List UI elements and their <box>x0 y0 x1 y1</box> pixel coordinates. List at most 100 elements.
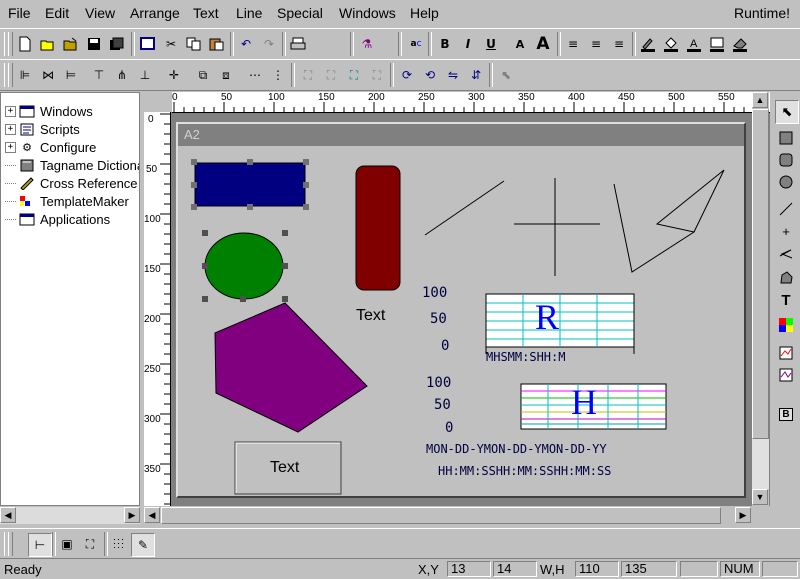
line-icon[interactable] <box>775 198 797 220</box>
window-color-icon[interactable] <box>706 33 728 55</box>
tree-item-windows[interactable]: + Windows <box>5 102 93 120</box>
realtime-trend-icon[interactable] <box>775 342 797 364</box>
make-symbol-icon[interactable]: ⛶ <box>343 64 365 86</box>
menu-help[interactable]: Help <box>410 5 439 21</box>
menu-view[interactable]: View <box>85 5 115 21</box>
horizontal-scroll-thumb[interactable] <box>161 507 721 524</box>
reshape-icon[interactable]: ⬉ <box>495 64 517 86</box>
full-screen-icon[interactable]: ⛶ <box>79 533 101 555</box>
undo-icon[interactable]: ↶ <box>235 33 257 55</box>
italic-icon[interactable]: I <box>457 33 479 55</box>
tree-item-templatemaker[interactable]: TemplateMaker <box>5 192 129 210</box>
tree-item-cross-reference[interactable]: Cross Reference <box>5 174 138 192</box>
align-right-edges-icon[interactable]: ⊨ <box>60 64 82 86</box>
green-ellipse[interactable] <box>204 232 284 300</box>
scroll-up-icon[interactable]: ▲ <box>752 92 768 108</box>
open-icon[interactable] <box>37 33 59 55</box>
align-bottoms-icon[interactable]: ⊥ <box>134 64 156 86</box>
scroll-left-icon[interactable]: ◀ <box>144 507 160 523</box>
polyline-shape[interactable] <box>613 169 725 273</box>
font-larger-icon[interactable]: A <box>532 33 554 55</box>
expand-icon[interactable]: + <box>5 123 16 135</box>
text-color-icon[interactable]: A <box>683 33 705 55</box>
align-right-icon[interactable]: ≡ <box>608 33 630 55</box>
break-cell-icon[interactable]: ⛶ <box>320 64 342 86</box>
fill-color-icon[interactable] <box>660 33 682 55</box>
rectangle-icon[interactable] <box>775 127 797 149</box>
scroll-right-icon[interactable]: ▶ <box>735 507 751 523</box>
vertical-scroll-thumb[interactable] <box>752 109 769 439</box>
canvas-horizontal-scrollbar[interactable]: ◀ ▶ <box>144 507 752 524</box>
ellipse-icon[interactable] <box>775 171 797 193</box>
button-tool-icon[interactable]: B <box>775 403 797 425</box>
flip-horizontal-icon[interactable]: ⇋ <box>442 64 464 86</box>
toolbar-grip[interactable] <box>8 532 13 556</box>
copy-icon[interactable] <box>183 33 205 55</box>
bitmap-icon[interactable] <box>775 314 797 336</box>
menu-special[interactable]: Special <box>277 5 323 21</box>
save-all-icon[interactable] <box>106 33 128 55</box>
eraser-icon[interactable] <box>729 33 751 55</box>
polyline-icon[interactable] <box>775 242 797 264</box>
paste-icon[interactable] <box>206 33 228 55</box>
flip-vertical-icon[interactable]: ⇵ <box>465 64 487 86</box>
diagonal-line[interactable] <box>424 180 505 236</box>
redo-icon[interactable]: ↷ <box>258 33 280 55</box>
rounded-rectangle-icon[interactable] <box>775 149 797 171</box>
underline-icon[interactable]: U <box>480 33 502 55</box>
bring-front-icon[interactable]: ⧉ <box>192 64 214 86</box>
font-smaller-icon[interactable]: A <box>509 33 531 55</box>
wizard-icon[interactable]: ⚗ <box>356 33 378 55</box>
grid-icon[interactable] <box>108 533 130 555</box>
tree-item-tagname-dictionary[interactable]: Tagname Dictionary <box>5 156 139 174</box>
menu-arrange[interactable]: Arrange <box>130 5 180 21</box>
realtime-trend-grid[interactable] <box>485 293 635 354</box>
cut-icon[interactable]: ✂ <box>160 33 182 55</box>
pointer-icon[interactable]: ⬉ <box>775 100 799 124</box>
hv-line-icon[interactable]: + <box>775 220 797 242</box>
push-button-text[interactable]: Text <box>270 459 299 477</box>
print-icon[interactable] <box>287 33 309 55</box>
line-color-icon[interactable] <box>637 33 659 55</box>
purple-polygon[interactable] <box>214 302 368 433</box>
tree-item-applications[interactable]: Applications <box>5 210 110 228</box>
tree-item-scripts[interactable]: + Scripts <box>5 120 80 138</box>
space-horizontal-icon[interactable]: ⋯ <box>244 64 266 86</box>
navy-rectangle[interactable] <box>194 162 306 207</box>
menu-text[interactable]: Text <box>193 5 219 21</box>
scroll-left-icon[interactable]: ◀ <box>0 507 16 523</box>
menu-file[interactable]: File <box>8 5 31 21</box>
menu-windows[interactable]: Windows <box>339 5 396 21</box>
open-folder-icon[interactable] <box>60 33 82 55</box>
new-icon[interactable] <box>14 33 36 55</box>
menu-line[interactable]: Line <box>236 5 262 21</box>
rotate-counterclockwise-icon[interactable]: ⟲ <box>419 64 441 86</box>
menu-edit[interactable]: Edit <box>45 5 69 21</box>
align-middles-icon[interactable]: ⋔ <box>111 64 133 86</box>
scroll-right-icon[interactable]: ▶ <box>124 507 140 523</box>
scroll-down-icon[interactable]: ▼ <box>752 489 768 505</box>
abc-spell-icon[interactable]: ac <box>405 33 427 55</box>
canvas-window-a2[interactable]: A2 Text Text 100 50 0 R MHSMM:SHH:M 100 … <box>176 122 746 498</box>
space-vertical-icon[interactable]: ⋮ <box>267 64 289 86</box>
text-tool-icon[interactable]: T <box>775 289 797 311</box>
make-cell-icon[interactable]: ⛶ <box>297 64 319 86</box>
rounded-rect-text-label[interactable]: Text <box>356 307 385 325</box>
align-center-icon[interactable]: ≡ <box>585 33 607 55</box>
toolbar-grip[interactable] <box>8 63 13 87</box>
bold-icon[interactable]: B <box>434 33 456 55</box>
align-centers-icon[interactable]: ⋈ <box>37 64 59 86</box>
save-icon[interactable] <box>83 33 105 55</box>
maroon-rounded-rectangle[interactable] <box>355 165 401 291</box>
historical-trend-icon[interactable] <box>775 364 797 386</box>
pencil-icon[interactable]: ✎ <box>131 533 155 557</box>
toolbar-grip[interactable] <box>8 32 13 56</box>
polygon-icon[interactable] <box>775 267 797 289</box>
canvas-vertical-scrollbar[interactable]: ▲ ▼ <box>752 92 769 506</box>
center-points-icon[interactable]: ✛ <box>163 64 185 86</box>
tree-horizontal-scrollbar[interactable]: ◀ ▶ <box>0 507 140 524</box>
align-left-icon[interactable]: ≡ <box>562 33 584 55</box>
expand-icon[interactable]: + <box>5 141 16 153</box>
window-list-icon[interactable]: ▣ <box>56 533 78 555</box>
runtime-button[interactable]: Runtime! <box>734 5 790 21</box>
